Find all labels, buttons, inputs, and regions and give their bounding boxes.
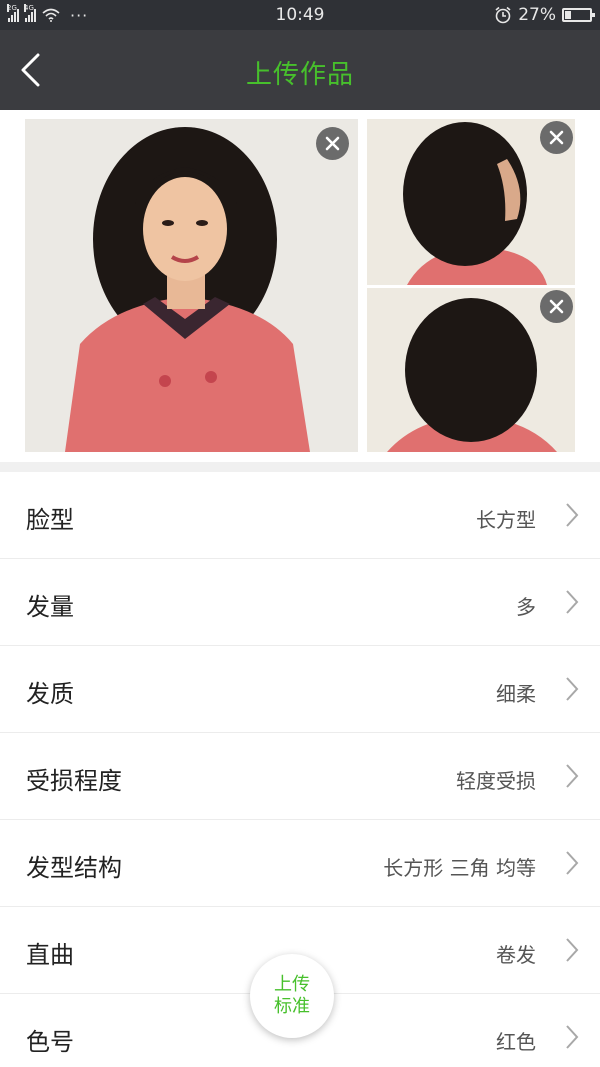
- delete-photo-button[interactable]: [316, 127, 349, 160]
- row-value: 长方形 三角 均等: [383, 856, 536, 880]
- close-icon: [549, 299, 564, 314]
- status-bar: 2G 4G ··· 10:49 27%: [0, 0, 600, 30]
- row-face-shape[interactable]: 脸型 长方型: [0, 472, 600, 559]
- section-divider: [0, 462, 600, 472]
- upload-button-line2: 标准: [274, 996, 310, 1017]
- row-value: 卷发: [496, 943, 536, 967]
- chevron-right-icon: [566, 764, 579, 788]
- alarm-icon: [495, 6, 511, 24]
- nav-bar: 上传作品: [0, 30, 600, 110]
- row-hair-structure[interactable]: 发型结构 长方形 三角 均等: [0, 820, 600, 907]
- chevron-right-icon: [566, 590, 579, 614]
- row-hair-texture[interactable]: 发质 细柔: [0, 646, 600, 733]
- close-icon: [549, 130, 564, 145]
- row-value: 红色: [496, 1030, 536, 1054]
- battery-percent: 27%: [518, 5, 556, 25]
- row-value: 轻度受损: [456, 769, 536, 793]
- delete-photo-button[interactable]: [540, 121, 573, 154]
- page-title: 上传作品: [245, 60, 354, 90]
- row-value: 多: [516, 595, 536, 619]
- upload-standard-button[interactable]: 上传 标准: [250, 954, 334, 1038]
- delete-photo-button[interactable]: [540, 290, 573, 323]
- row-label: 受损程度: [26, 767, 122, 795]
- photo-area: [0, 110, 600, 462]
- battery-level: [565, 11, 571, 19]
- battery-icon: [562, 8, 595, 22]
- photo-side[interactable]: [367, 119, 575, 285]
- row-label: 直曲: [26, 941, 74, 969]
- row-label: 脸型: [26, 506, 74, 534]
- photo-back[interactable]: [367, 288, 575, 452]
- chevron-right-icon: [566, 851, 579, 875]
- row-damage-level[interactable]: 受损程度 轻度受损: [0, 733, 600, 820]
- chevron-right-icon: [566, 1025, 579, 1049]
- photo-front[interactable]: [25, 119, 358, 452]
- row-hair-volume[interactable]: 发量 多: [0, 559, 600, 646]
- row-label: 发质: [26, 680, 74, 708]
- row-value: 细柔: [496, 682, 536, 706]
- row-label: 发型结构: [26, 854, 122, 882]
- close-icon: [325, 136, 340, 151]
- chevron-right-icon: [566, 503, 579, 527]
- row-label: 色号: [26, 1028, 74, 1056]
- front-portrait-image: [25, 119, 358, 452]
- chevron-right-icon: [566, 677, 579, 701]
- row-label: 发量: [26, 593, 74, 621]
- chevron-right-icon: [566, 938, 579, 962]
- upload-button-line1: 上传: [274, 974, 310, 995]
- row-value: 长方型: [476, 508, 536, 532]
- status-right: 27%: [494, 5, 595, 25]
